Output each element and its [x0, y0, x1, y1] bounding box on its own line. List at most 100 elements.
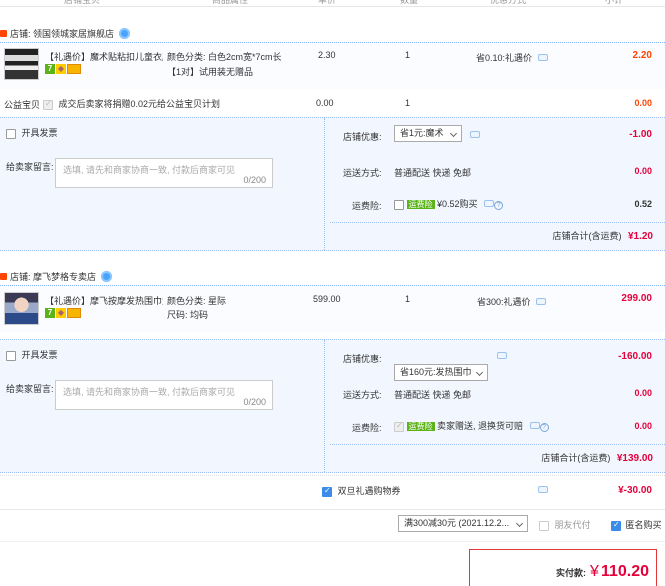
shop1-insurance-row[interactable]: 运费险 ¥0.52购买 ?: [394, 197, 504, 210]
shop1-ship-label: 运送方式:: [343, 168, 382, 178]
shop1-total-label: 店铺合计(含运费): [552, 231, 622, 241]
shop1-item-attr1: 颜色分类: 白色2cm宽*7cm长: [167, 52, 282, 62]
shop1-name[interactable]: 店铺: 领国领城家居旗舰店: [10, 27, 114, 40]
payment-currency: ¥: [590, 563, 599, 580]
chat-icon[interactable]: [101, 271, 113, 282]
help-icon[interactable]: ?: [539, 423, 549, 432]
shop-flag-icon: [0, 273, 7, 280]
shop2-ship-amount: 0.00: [634, 388, 652, 398]
shop2-coupon-select[interactable]: 省160元:发热围巾: [394, 364, 488, 381]
comment-icon[interactable]: [497, 352, 507, 359]
shop2-invoice[interactable]: 开具发票: [6, 348, 58, 361]
shop2-item-price: 599.00: [313, 294, 341, 304]
shop1-item-title[interactable]: 【礼遇价】魔术贴粘扣儿童衣服...: [45, 50, 163, 63]
comment-icon[interactable]: [538, 486, 548, 493]
shop2-item-thumbnail[interactable]: [4, 292, 39, 325]
shop1-invoice[interactable]: 开具发票: [6, 126, 58, 139]
shop1-discount-text: 省0.10:礼遇价: [476, 53, 533, 63]
charity-price: 0.00: [316, 98, 334, 108]
shop2-message-label: 给卖家留言:: [6, 384, 54, 394]
panel-divider-h: [330, 222, 665, 223]
shop2-total-label: 店铺合计(含运费): [541, 453, 611, 463]
payment-box: 实付款: ¥ 110.20: [469, 549, 657, 586]
comment-icon[interactable]: [529, 422, 540, 429]
charity-qty: 1: [405, 98, 411, 108]
comment-icon[interactable]: [537, 54, 548, 61]
guarantee-icon: ◆: [56, 63, 66, 74]
shop1-coupon-select[interactable]: 省1元:魔术: [394, 125, 462, 142]
shop2-header: 店铺: 摩飞梦格专卖店: [0, 270, 113, 283]
shop1-header: 店铺: 领国领城家居旗舰店: [0, 27, 131, 40]
shop1-total: 店铺合计(含运费) ¥1.20: [552, 229, 653, 242]
shop2-item-qty: 1: [405, 294, 411, 304]
help-icon[interactable]: ?: [494, 201, 504, 210]
shop2-ship-label: 运送方式:: [343, 390, 382, 400]
insurance-checkbox[interactable]: [394, 199, 404, 210]
charity-text: 成交后卖家将捐赠0.02元给公益宝贝计划: [58, 99, 221, 109]
charity-row: 成交后卖家将捐赠0.02元给公益宝贝计划: [43, 97, 220, 110]
platform-coupon-row[interactable]: 双旦礼遇购物券: [322, 484, 401, 497]
panel-divider: [324, 118, 325, 250]
platform-coupon-label: 双旦礼遇购物券: [337, 486, 401, 496]
invoice-checkbox[interactable]: [6, 350, 16, 361]
shop1-item-qty: 1: [405, 50, 411, 60]
shop1-coupon-amount: -1.00: [629, 129, 652, 140]
shop1-item-thumbnail[interactable]: [4, 48, 39, 80]
header-col-price: 单价: [318, 0, 337, 5]
comment-icon[interactable]: [484, 200, 495, 207]
shop2-item-title[interactable]: 【礼遇价】摩飞按摩发热围巾女...: [45, 294, 163, 307]
insurance-badge: 运费险: [406, 422, 435, 431]
shop1-total-value: ¥1.20: [627, 231, 653, 242]
section-divider: [0, 509, 665, 510]
platform-coupon-select[interactable]: 满300减30元 (2021.12.2...: [398, 515, 528, 532]
shop1-insurance-label: 运费险:: [352, 201, 382, 211]
anonymous-checkbox[interactable]: [611, 520, 621, 531]
shop2-discount-text: 省300:礼遇价: [477, 297, 531, 307]
shop2-insurance-row: 运费险 卖家赠送, 退换货可赔 ?: [394, 419, 549, 432]
shop2-item-row: [0, 286, 665, 332]
shop-flag-icon: [0, 30, 7, 37]
invoice-label: 开具发票: [21, 128, 58, 138]
shop2-message-input[interactable]: 选填, 请先和商家协商一致, 付款后商家可见 0/200: [55, 380, 273, 410]
shop2-coupon-label: 店铺优惠:: [343, 354, 382, 364]
friend-pay-checkbox[interactable]: [539, 520, 549, 531]
charity-checkbox: [43, 99, 53, 110]
platform-coupon-checkbox[interactable]: [322, 486, 332, 497]
guarantee-icon: ◆: [56, 307, 66, 318]
charity-subtotal: 0.00: [634, 98, 652, 108]
header-col-subtotal: 小计: [605, 0, 624, 5]
shop2-item-tags: 7 ◆: [45, 307, 82, 318]
platform-divider: [0, 475, 665, 476]
shop1-item-subtotal: 2.20: [632, 50, 652, 61]
shop2-name[interactable]: 店铺: 摩飞梦格专卖店: [10, 270, 96, 283]
shop2-insurance-label: 运费险:: [352, 423, 382, 433]
chat-icon[interactable]: [119, 28, 131, 39]
invoice-checkbox[interactable]: [6, 128, 16, 139]
shop2-item-discount: 省300:礼遇价: [477, 295, 547, 308]
header-col-items: 店铺宝贝: [64, 0, 101, 5]
shop1-item-attr2: 【1对】试用装无赠品: [167, 67, 254, 77]
shop1-coupon-label: 店铺优惠:: [343, 132, 382, 142]
message-count: 0/200: [243, 397, 266, 407]
shop2-total-value: ¥139.00: [616, 453, 653, 464]
charity-label: 公益宝贝: [4, 100, 41, 110]
message-placeholder: 选填, 请先和商家协商一致, 付款后商家可见: [63, 387, 236, 397]
shop1-ship-value: 普通配送 快递 免邮: [394, 168, 472, 178]
seven-day-return-icon: 7: [45, 307, 55, 318]
anonymous-label: 匿名购买: [625, 520, 662, 530]
anonymous-option[interactable]: 匿名购买: [611, 518, 662, 531]
invoice-label: 开具发票: [21, 350, 58, 360]
comment-icon[interactable]: [470, 131, 480, 138]
payment-summary: 实付款: ¥ 110.20: [556, 563, 649, 581]
shop1-item-tags: 7 ◆: [45, 63, 82, 74]
comment-icon[interactable]: [536, 298, 547, 305]
header-col-qty: 数量: [400, 0, 419, 5]
payment-label: 实付款:: [556, 568, 587, 578]
shop2-ship-value: 普通配送 快递 免邮: [394, 390, 472, 400]
section-divider: [0, 541, 665, 542]
friend-pay-option[interactable]: 朋友代付: [539, 518, 591, 531]
insurance-badge: 运费险: [406, 200, 435, 209]
insurance-text: 卖家赠送, 退换货可赔: [437, 421, 524, 431]
shop1-message-input[interactable]: 选填, 请先和商家协商一致, 付款后商家可见 0/200: [55, 158, 273, 188]
shop2-item-attr2: 尺码: 均码: [167, 310, 209, 320]
